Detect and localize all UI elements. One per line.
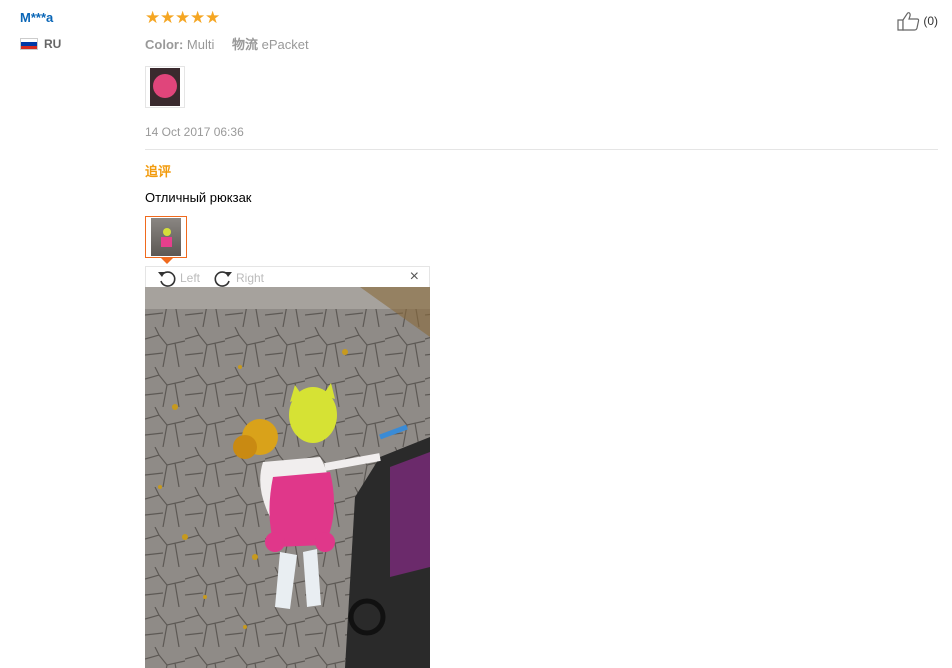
rotate-left-label: Left	[180, 271, 201, 285]
star-icon: ★	[175, 8, 191, 27]
review-date: 14 Oct 2017 06:36	[145, 125, 244, 139]
helpful-count: (0)	[923, 14, 938, 28]
review-photo-large	[145, 287, 430, 668]
followup-photo-thumbnail[interactable]	[145, 216, 187, 258]
star-icon: ★	[145, 8, 161, 27]
close-viewer-button[interactable]: ×	[410, 269, 419, 285]
rotate-right-label: Right	[236, 271, 265, 285]
rotate-left-button[interactable]: Left	[156, 268, 200, 288]
sku-attributes: Color: Multi 物流 ePacket	[145, 34, 323, 53]
color-label: Color:	[145, 37, 184, 52]
star-rating: ★ ★ ★ ★ ★	[145, 9, 220, 27]
reviewer-country: RU	[20, 37, 61, 51]
star-icon: ★	[205, 8, 221, 27]
shipping-label: 物流	[231, 37, 258, 52]
russia-flag-icon	[20, 38, 38, 50]
rotate-right-button[interactable]: Right	[212, 268, 264, 288]
rotate-right-icon	[214, 271, 232, 287]
rotate-left-icon	[158, 271, 176, 287]
review-photo-thumbnail[interactable]	[145, 66, 185, 108]
followup-title: 追评	[145, 164, 172, 179]
followup-text: Отличный рюкзак	[145, 190, 252, 205]
star-icon: ★	[160, 8, 176, 27]
thumbnail-pointer	[161, 258, 173, 264]
divider	[145, 149, 938, 150]
country-code: RU	[44, 37, 62, 51]
image-viewer-toolbar: Left Right ×	[145, 266, 430, 287]
star-icon: ★	[190, 8, 206, 27]
thumbs-up-icon	[897, 12, 920, 31]
child-backpack-photo	[145, 287, 430, 668]
reviewer-name[interactable]: M***a	[20, 10, 53, 25]
color-value: Multi	[186, 37, 215, 52]
helpful-button[interactable]: (0)	[897, 11, 938, 31]
shipping-value: ePacket	[261, 37, 309, 52]
